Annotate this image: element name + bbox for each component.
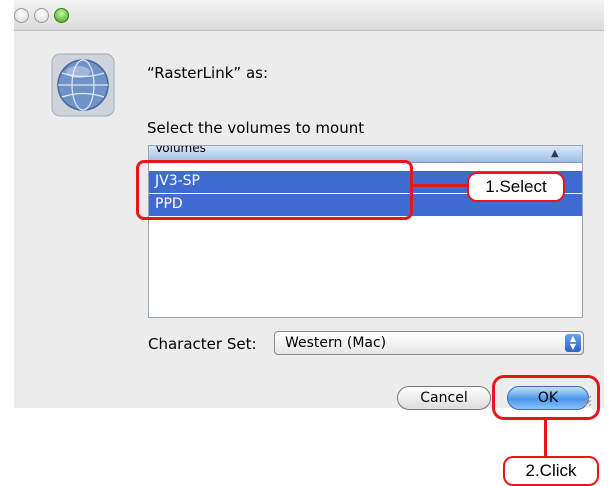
select-callout-label: 1.Select xyxy=(467,172,565,202)
cancel-button[interactable]: Cancel xyxy=(397,386,491,410)
network-globe-icon xyxy=(51,53,115,117)
select-highlight-box xyxy=(136,160,413,220)
ok-highlight-box xyxy=(492,375,600,420)
minimize-button[interactable] xyxy=(34,8,49,23)
title-bar xyxy=(14,0,604,31)
popup-arrows-icon: ▲ ▼ xyxy=(565,334,581,352)
sort-arrow-icon: ▲ xyxy=(551,148,559,159)
click-callout-label: 2.Click xyxy=(503,456,599,486)
click-callout-line xyxy=(544,419,547,459)
character-set-value: Western (Mac) xyxy=(285,335,387,351)
close-button[interactable] xyxy=(14,8,29,23)
character-set-label: Character Set: xyxy=(148,335,257,353)
volumes-header-label: Volumes xyxy=(155,145,206,155)
server-label: “RasterLink” as: xyxy=(147,64,269,82)
character-set-popup[interactable]: Western (Mac) ▲ ▼ xyxy=(274,331,584,355)
select-volumes-prompt: Select the volumes to mount xyxy=(147,119,365,137)
zoom-button[interactable] xyxy=(54,8,69,23)
select-callout-line xyxy=(412,184,468,187)
